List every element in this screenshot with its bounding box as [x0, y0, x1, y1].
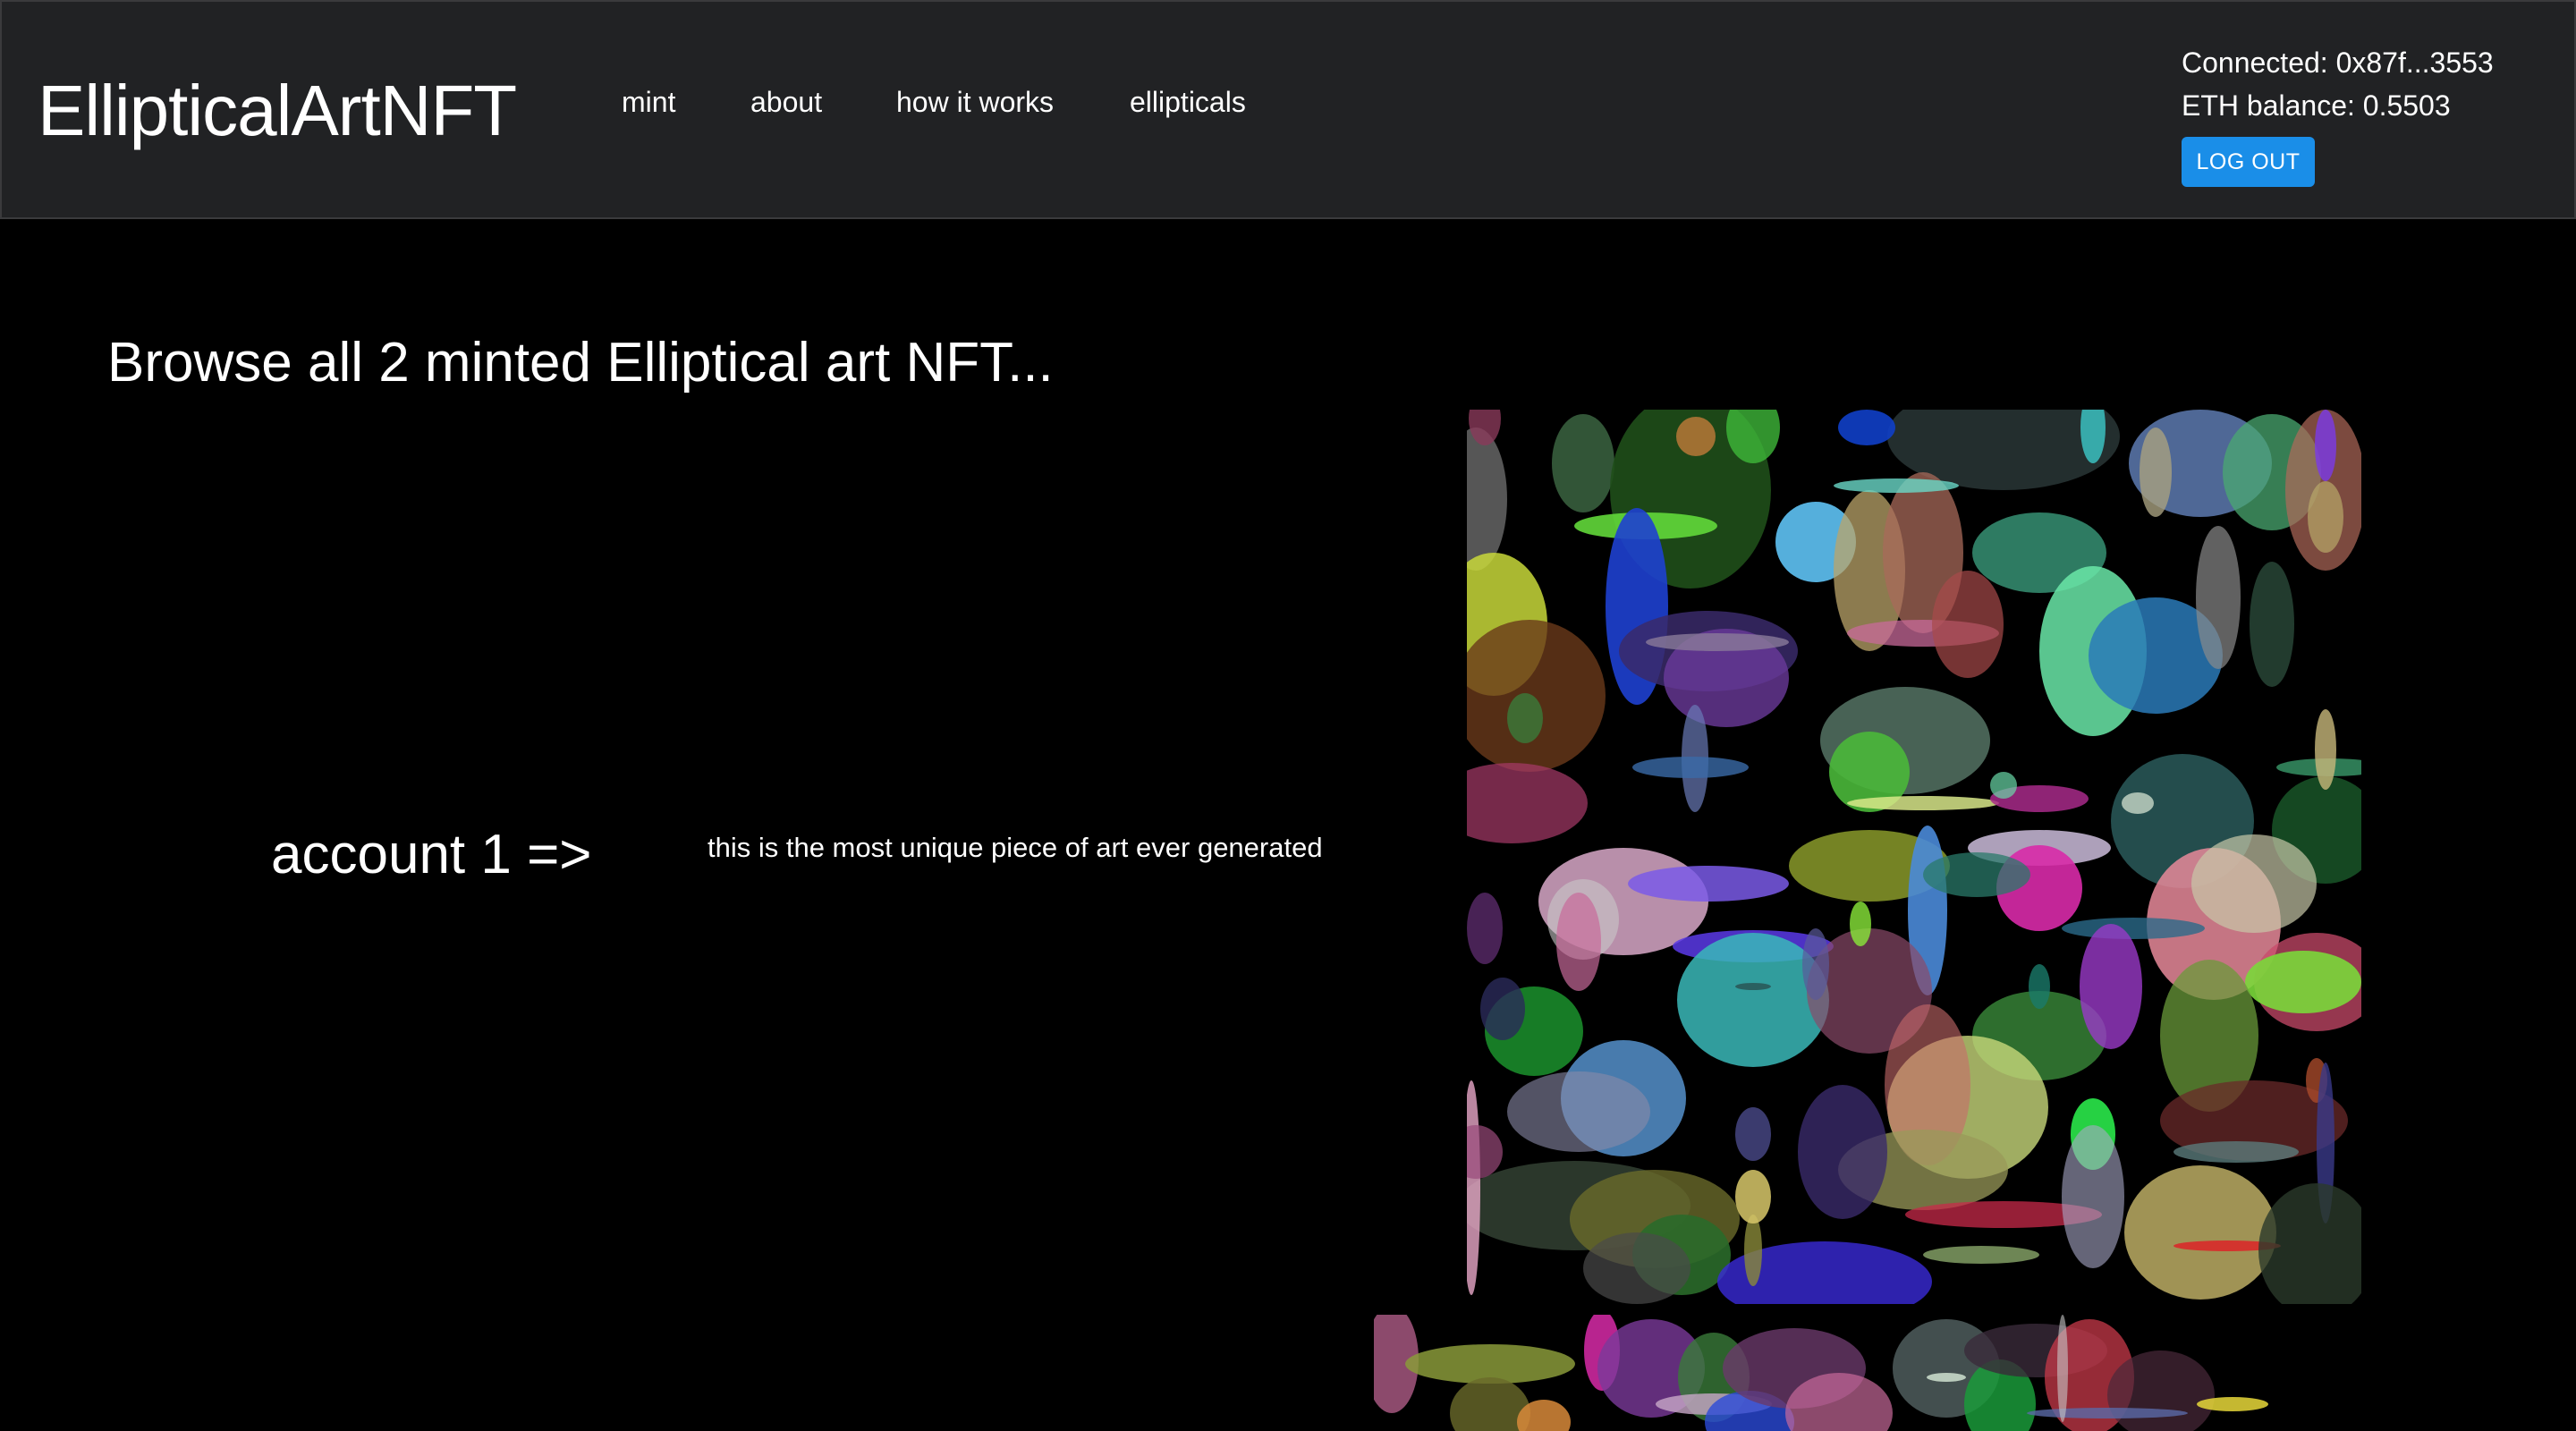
- nft-description: this is the most unique piece of art eve…: [708, 832, 1323, 863]
- connected-address: Connected: 0x87f...3553: [2182, 47, 2494, 79]
- nav-link-how-it-works[interactable]: how it works: [896, 84, 1054, 120]
- nft-artwork-image: [1467, 410, 2361, 1304]
- nav-link-ellipticals[interactable]: ellipticals: [1130, 84, 1246, 120]
- account-info: Connected: 0x87f...3553 ETH balance: 0.5…: [2182, 41, 2494, 127]
- eth-balance: ETH balance: 0.5503: [2182, 89, 2451, 122]
- nft-owner-label: account 1 =>: [271, 824, 592, 885]
- nav-link-about[interactable]: about: [750, 84, 822, 120]
- nft-artwork-image-2: [1374, 1315, 2268, 1431]
- nav-link-mint[interactable]: mint: [622, 84, 675, 120]
- logout-button[interactable]: LOG OUT: [2182, 137, 2315, 187]
- page-title: Browse all 2 minted Elliptical art NFT..…: [107, 332, 1054, 394]
- brand-logo[interactable]: EllipticalArtNFT: [38, 66, 517, 156]
- top-navbar: EllipticalArtNFT mint about how it works…: [0, 0, 2576, 219]
